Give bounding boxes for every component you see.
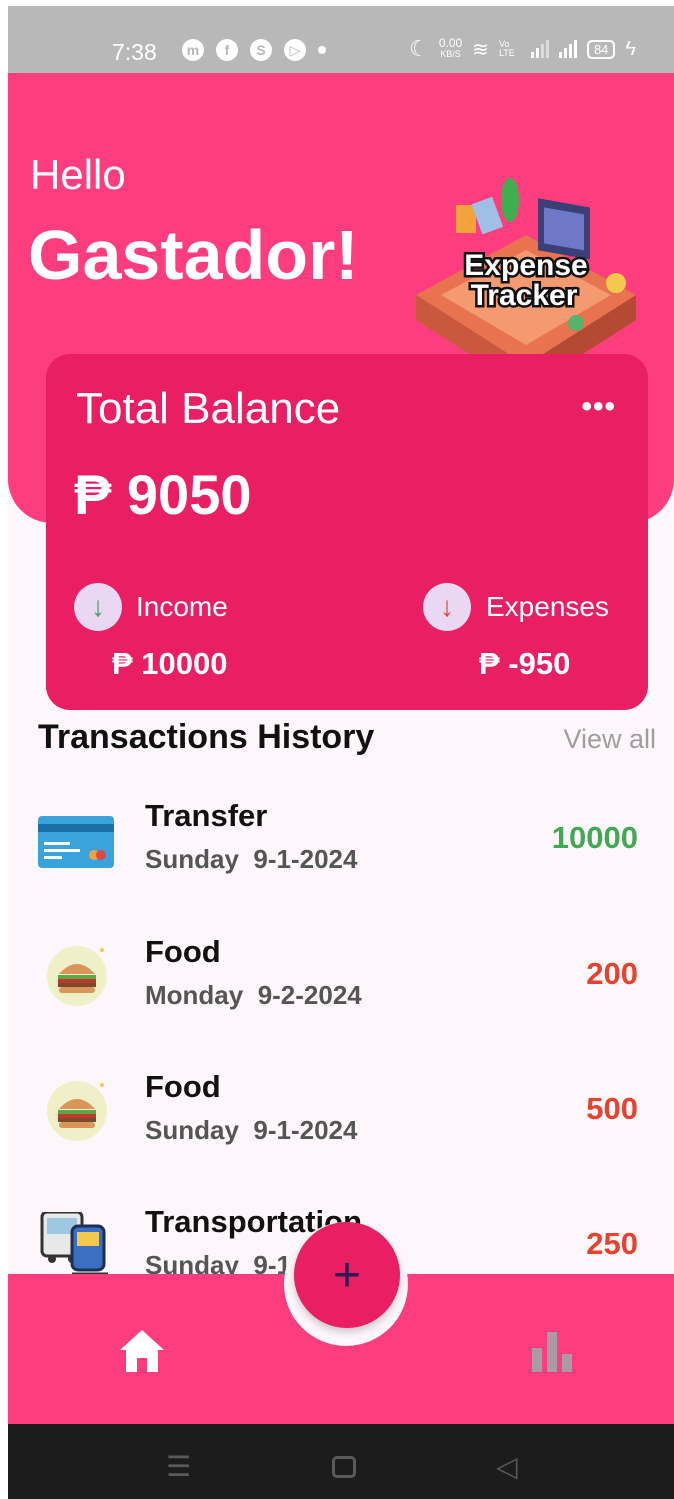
- battery-icon: 84: [586, 39, 616, 59]
- transaction-amount: 250: [586, 1226, 638, 1261]
- transaction-amount: 500: [586, 1091, 638, 1126]
- status-bar: 7:38 m f S ▷ ☾ 0.00 KB/S ≋ Vo LTE 84 ϟ: [8, 6, 674, 73]
- transaction-date: Sunday 9-1-2024: [145, 844, 358, 874]
- bar-chart-icon[interactable]: [530, 1330, 574, 1372]
- menu-icon[interactable]: ☰: [166, 1450, 191, 1483]
- transactions-title: Transactions History: [38, 718, 375, 756]
- transaction-date: Monday 9-2-2024: [145, 980, 362, 1010]
- income-value: ₱ 10000: [112, 646, 228, 681]
- total-balance: ₱ 9050: [74, 463, 252, 526]
- signal-icon-2: [558, 40, 577, 58]
- income-arrow-down-icon: ↓: [74, 583, 122, 631]
- transaction-row[interactable]: Transfer Sunday 9-1-2024 10000: [8, 790, 674, 910]
- play-store-icon: ▷: [284, 39, 306, 61]
- facebook-icon: f: [216, 39, 238, 61]
- shop-icon: S: [250, 39, 272, 61]
- expenses-label: Expenses: [486, 591, 609, 622]
- volte-label: Vo LTE: [498, 39, 515, 58]
- status-right: ☾ 0.00 KB/S ≋ Vo LTE 84 ϟ: [409, 36, 636, 62]
- transaction-name: Food: [145, 1069, 221, 1104]
- home-icon[interactable]: [118, 1328, 166, 1374]
- home-square-icon[interactable]: [332, 1456, 356, 1478]
- svg-text:Tracker: Tracker: [471, 279, 578, 312]
- phone-screen: 7:38 m f S ▷ ☾ 0.00 KB/S ≋ Vo LTE 84 ϟ H…: [8, 6, 674, 1499]
- expense-arrow-down-icon: ↓: [423, 583, 471, 631]
- charging-icon: ϟ: [625, 37, 636, 60]
- transaction-row[interactable]: Food Sunday 9-1-2024 500: [8, 1061, 674, 1181]
- balance-card: Total Balance ••• ₱ 9050 ↓ Income ₱ 1000…: [46, 354, 648, 710]
- messenger-icon: m: [182, 39, 204, 61]
- view-all-link[interactable]: View all: [563, 724, 656, 755]
- credit-card-icon: [38, 816, 114, 868]
- expenses-value: ₱ -950: [479, 646, 571, 681]
- system-navigation-bar: ☰ ◁: [8, 1424, 674, 1499]
- burger-icon: [47, 1081, 107, 1141]
- transaction-amount: 10000: [551, 820, 638, 855]
- back-icon[interactable]: ◁: [496, 1450, 518, 1483]
- user-name: Gastador!: [28, 216, 359, 294]
- signal-icon-1: [530, 40, 549, 58]
- net-speed: 0.00 KB/S: [438, 36, 463, 59]
- dot-icon: [318, 46, 326, 54]
- balance-title: Total Balance: [76, 384, 341, 433]
- income-label: Income: [136, 591, 228, 622]
- status-time: 7:38: [112, 39, 157, 65]
- add-transaction-button[interactable]: +: [294, 1222, 400, 1328]
- more-options-icon[interactable]: •••: [581, 390, 616, 424]
- transaction-date: Sunday 9-1-2024: [145, 1115, 358, 1145]
- notification-icons: m f S ▷: [182, 39, 326, 61]
- transaction-amount: 200: [586, 956, 638, 991]
- bus-train-icon: [40, 1212, 108, 1276]
- transaction-row[interactable]: Food Monday 9-2-2024 200: [8, 926, 674, 1046]
- burger-icon: [47, 946, 107, 1006]
- transaction-name: Transfer: [145, 798, 268, 833]
- moon-icon: ☾: [409, 36, 429, 61]
- wifi-icon: ≋: [472, 38, 489, 61]
- svg-text:Expense: Expense: [464, 249, 587, 282]
- greeting: Hello: [30, 151, 126, 198]
- transaction-name: Food: [145, 934, 221, 969]
